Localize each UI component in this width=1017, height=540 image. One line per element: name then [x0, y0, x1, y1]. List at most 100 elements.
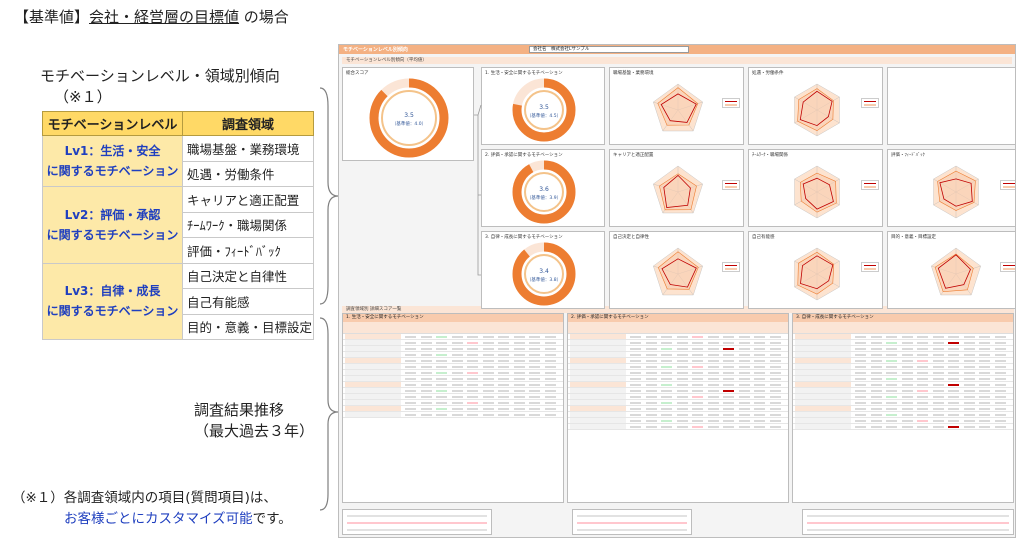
row-cell: [692, 402, 703, 404]
row-cell: [979, 360, 990, 362]
header-domain: 調査領域: [182, 111, 314, 136]
row-cell: [886, 396, 897, 398]
row-cell: [994, 360, 1006, 362]
row-cell: [994, 414, 1006, 416]
report-subtitle: モチベーションレベル別傾向（平均値）: [342, 57, 1012, 64]
row-label: [345, 358, 401, 363]
row-cell: [769, 408, 781, 410]
row-cell: [661, 336, 672, 338]
row-cell: [630, 342, 641, 344]
bottom-strip-box: [572, 509, 692, 535]
row-cell: [754, 360, 765, 362]
row-cell: [738, 372, 750, 374]
row-cell: [544, 390, 556, 392]
radar-panel: 自己決定と自律性: [609, 231, 744, 309]
level-1-line2: に関するモチベーション: [46, 164, 179, 178]
row-cell: [513, 372, 525, 374]
row-cell: [917, 378, 928, 380]
row-cell: [451, 342, 463, 344]
row-label: [345, 340, 401, 345]
row-cell: [529, 384, 540, 386]
row-cell: [932, 342, 944, 344]
radar-label: 評価・ﾌｨｰﾄﾞﾊﾞｯｸ: [891, 153, 925, 158]
row-cell: [932, 402, 944, 404]
radar-panel: 職場基盤・業務環境: [609, 67, 744, 145]
row-cell: [676, 348, 688, 350]
row-cell: [979, 366, 990, 368]
row-cell: [692, 336, 703, 338]
row-cell: [529, 396, 540, 398]
row-cell: [886, 408, 897, 410]
row-cell: [436, 354, 447, 356]
row-cell: [870, 426, 882, 428]
page-title: 【基準値】会社・経営層の目標値 の場合: [14, 6, 289, 27]
row-cell: [769, 372, 781, 374]
row-cell: [451, 372, 463, 374]
report-header-title: モチベーションレベル別傾向: [343, 47, 408, 53]
row-cell: [917, 348, 928, 350]
row-cell: [645, 336, 657, 338]
bottom-strip-line: [577, 529, 687, 531]
row-cell: [917, 408, 928, 410]
radar-panel: 自己有能感: [748, 231, 883, 309]
row-label: [795, 364, 851, 369]
row-cell: [513, 348, 525, 350]
row-cell: [707, 378, 719, 380]
row-cell: [948, 420, 959, 422]
row-cell: [513, 414, 525, 416]
row-cell: [661, 348, 672, 350]
row-cell: [405, 396, 416, 398]
section-trend: 調査結果推移 （最大過去３年）: [194, 400, 314, 442]
row-cell: [917, 366, 928, 368]
row-cell: [645, 396, 657, 398]
row-cell: [544, 378, 556, 380]
row-cell: [451, 348, 463, 350]
row-cell: [994, 390, 1006, 392]
row-cell: [948, 390, 959, 392]
bottom-strip-line: [577, 522, 687, 524]
row-cell: [994, 384, 1006, 386]
row-cell: [855, 342, 866, 344]
row-cell: [661, 420, 672, 422]
row-cell: [451, 384, 463, 386]
row-cell: [498, 342, 509, 344]
row-cell: [963, 342, 975, 344]
row-cell: [645, 348, 657, 350]
row-cell: [738, 384, 750, 386]
table-row: [568, 424, 788, 430]
donut-score: 3.6: [539, 186, 549, 193]
row-cell: [451, 366, 463, 368]
row-cell: [994, 408, 1006, 410]
row-cell: [738, 420, 750, 422]
level-3-line2: に関するモチベーション: [46, 304, 179, 319]
row-cell: [645, 384, 657, 386]
footnote-rest: です。: [252, 511, 292, 527]
row-label: [345, 400, 401, 405]
row-cell: [436, 396, 447, 398]
report-company-name: 株式会社Lサンプル: [551, 47, 590, 52]
radar-chart: [931, 247, 981, 296]
row-cell: [948, 336, 959, 338]
table-row: Lv1：生活・安全 に関するモチベーション 職場基盤・業務環境: [42, 135, 314, 187]
row-cell: [901, 396, 913, 398]
row-cell: [661, 414, 672, 416]
row-cell: [963, 360, 975, 362]
row-cell: [917, 420, 928, 422]
row-cell: [948, 408, 959, 410]
row-cell: [963, 402, 975, 404]
row-cell: [467, 354, 478, 356]
donut-panel: 1. 生活・安全に関するモチベーション 3.5 （基準値：4.5）: [481, 67, 605, 145]
row-cell: [855, 336, 866, 338]
row-cell: [707, 372, 719, 374]
domain-cell: ﾁｰﾑﾜｰｸ・職場関係: [182, 211, 314, 238]
row-label: [795, 394, 851, 399]
row-cell: [513, 366, 525, 368]
row-cell: [405, 366, 416, 368]
detail-table-colhead: [568, 322, 788, 334]
row-cell: [901, 378, 913, 380]
row-cell: [513, 390, 525, 392]
row-cell: [769, 360, 781, 362]
row-cell: [676, 342, 688, 344]
row-cell: [738, 426, 750, 428]
row-cell: [498, 372, 509, 374]
